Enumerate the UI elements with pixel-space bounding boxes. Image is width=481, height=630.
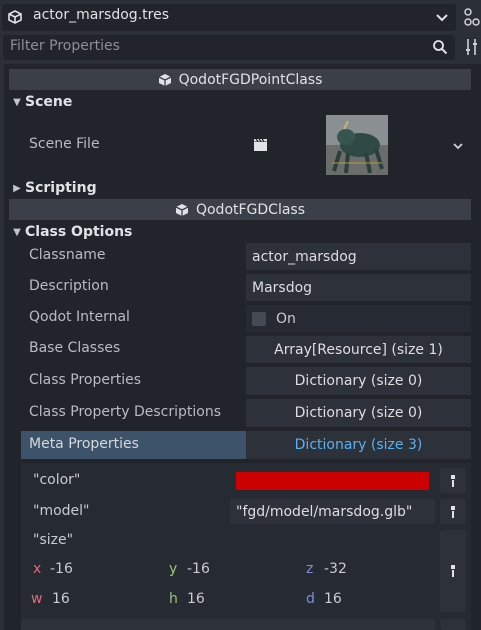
meta-properties-label: Meta Properties (29, 436, 139, 452)
packed-scene-icon (254, 138, 267, 151)
meta-color-options-button[interactable] (440, 468, 466, 493)
new-key-field[interactable] (21, 619, 231, 630)
scene-file-thumbnail[interactable] (326, 115, 388, 175)
section-scripting-title: Scripting (25, 180, 97, 196)
class-properties-label: Class Properties (29, 372, 142, 388)
resource-name: actor_marsdog.tres (33, 7, 169, 23)
meta-color-swatch[interactable] (236, 472, 429, 490)
class-properties-button[interactable]: Dictionary (size 0) (246, 367, 471, 395)
kebab-menu-icon (451, 565, 455, 577)
class-properties-value: Dictionary (size 0) (294, 373, 423, 389)
chevron-down-icon[interactable] (451, 139, 465, 153)
kebab-menu-icon (451, 505, 455, 518)
point-class-header: QodotFGDPointClass (9, 69, 471, 90)
axis-y-label: y (169, 561, 178, 577)
meta-size-options-button[interactable] (440, 530, 466, 612)
meta-properties-value: Dictionary (size 3) (294, 437, 423, 453)
meta-properties-button[interactable]: Dictionary (size 3) (246, 431, 471, 459)
class-icon (158, 73, 171, 86)
meta-model-field[interactable]: "fgd/model/marsdog.glb" (230, 499, 435, 524)
section-scene-title: Scene (25, 94, 73, 110)
new-value-field[interactable] (230, 619, 435, 630)
meta-model-options-button[interactable] (440, 499, 466, 524)
size-w-value[interactable]: 16 (52, 591, 70, 607)
base-classes-value: Array[Resource] (size 1) (274, 341, 443, 358)
scene-file-label: Scene File (29, 136, 100, 152)
section-class-options-title: Class Options (25, 224, 133, 240)
size-x-value[interactable]: -16 (50, 561, 73, 577)
qodot-internal-label: Qodot Internal (29, 309, 130, 325)
chevron-right-icon: ▶ (13, 182, 21, 194)
size-z-value[interactable]: -32 (324, 561, 347, 577)
section-class-options[interactable]: ▼ Class Options (9, 221, 471, 243)
class-property-descriptions-value: Dictionary (size 0) (294, 405, 423, 421)
meta-model-value: "fgd/model/marsdog.glb" (236, 503, 413, 520)
size-h-value[interactable]: 16 (187, 591, 205, 607)
chevron-down-icon: ▼ (13, 96, 21, 108)
checkbox-unchecked-icon (252, 311, 266, 326)
resource-icon (8, 10, 22, 24)
class-icon (175, 203, 189, 216)
search-icon (433, 40, 448, 55)
description-value: Marsdog (252, 279, 313, 296)
description-field[interactable]: Marsdog (246, 274, 471, 301)
point-class-title: QodotFGDPointClass (178, 71, 323, 88)
property-tools-icon[interactable] (465, 38, 479, 56)
axis-x-label: x (33, 561, 42, 577)
fgd-class-header: QodotFGDClass (9, 199, 471, 220)
chevron-down-icon: ▼ (13, 226, 21, 238)
meta-model-key: "model" (33, 503, 90, 519)
qodot-internal-value: On (276, 310, 296, 327)
kebab-menu-icon (451, 474, 455, 487)
section-scene[interactable]: ▼ Scene (9, 91, 471, 113)
marsdog-preview-image (326, 115, 388, 175)
meta-size-key: "size" (33, 532, 74, 548)
meta-color-key: "color" (33, 472, 81, 488)
size-y-value[interactable]: -16 (187, 561, 210, 577)
base-classes-button[interactable]: Array[Resource] (size 1) (246, 336, 471, 363)
filter-placeholder: Filter Properties (10, 38, 120, 54)
description-label: Description (29, 278, 109, 294)
section-scripting[interactable]: ▶ Scripting (9, 177, 471, 199)
meta-size-aabb-editor (26, 555, 434, 613)
class-property-descriptions-label: Class Property Descriptions (29, 404, 222, 420)
class-property-descriptions-button[interactable]: Dictionary (size 0) (246, 399, 471, 427)
classname-field[interactable]: actor_marsdog (246, 243, 471, 270)
fgd-class-title: QodotFGDClass (195, 201, 306, 218)
classname-label: Classname (29, 247, 106, 263)
size-d-value[interactable]: 16 (324, 591, 342, 607)
axis-z-label: z (306, 561, 314, 577)
axis-h-label: h (169, 591, 178, 607)
base-classes-label: Base Classes (29, 340, 121, 356)
classname-value: actor_marsdog (252, 248, 357, 265)
axis-w-label: w (31, 591, 43, 607)
chevron-down-icon[interactable] (434, 9, 450, 25)
qodot-internal-toggle[interactable]: On (246, 305, 471, 332)
axis-d-label: d (306, 591, 315, 607)
object-tools-icon[interactable] (462, 6, 480, 28)
new-entry-options-button[interactable] (440, 619, 466, 630)
